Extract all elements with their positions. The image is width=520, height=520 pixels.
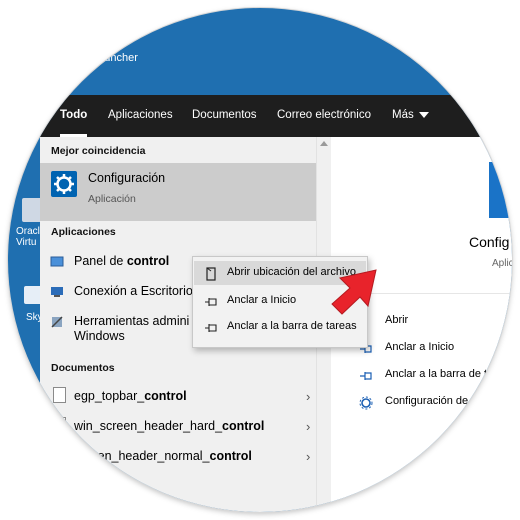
- chevron-right-icon[interactable]: ›: [306, 419, 310, 434]
- pin-icon: [204, 295, 218, 307]
- app-item-label: Conexión a Escritorio: [74, 284, 193, 298]
- app-item-label-line2: Windows: [74, 329, 125, 343]
- chevron-right-icon[interactable]: ›: [306, 449, 310, 464]
- doc-item[interactable]: win_screen_header_hard_control ›: [40, 413, 316, 443]
- tab-documentos[interactable]: Documentos: [192, 95, 257, 137]
- remote-desktop-icon: [50, 285, 64, 297]
- best-match-title: Configuración: [88, 171, 166, 185]
- doc-item[interactable]: screen_header_normal_control ›: [40, 443, 316, 473]
- section-apps: Aplicaciones: [51, 226, 116, 238]
- app-tile-icon: [489, 162, 512, 218]
- gear-icon: [51, 171, 77, 197]
- section-best-match: Mejor coincidencia: [51, 145, 146, 157]
- gear-icon: [359, 396, 373, 410]
- pin-icon: [204, 321, 218, 333]
- window-title: Launcher: [92, 52, 138, 64]
- document-icon: [53, 447, 66, 463]
- folder-open-icon: [204, 267, 218, 281]
- document-icon: [53, 387, 66, 403]
- pin-icon: [359, 369, 373, 383]
- tab-mas-label: Más: [392, 109, 414, 121]
- tab-correo[interactable]: Correo electrónico: [277, 95, 371, 137]
- doc-item-label: egp_topbar_control: [74, 389, 187, 403]
- action-label: Anclar a la barra de t: [385, 368, 488, 380]
- circular-zoom-frame: Launcher Oracl Virtu Sky Todo Aplicacion…: [8, 8, 512, 512]
- doc-item-label: win_screen_header_hard_control: [74, 419, 265, 433]
- chevron-down-icon: [418, 111, 429, 118]
- ctx-item-label: Anclar a Inicio: [227, 294, 297, 306]
- admin-tools-icon: [50, 315, 64, 328]
- action-pin-start[interactable]: Anclar a Inicio: [359, 338, 512, 362]
- preview-subtitle: Aplic: [492, 258, 512, 269]
- doc-item[interactable]: egp_topbar_control ›: [40, 383, 316, 413]
- tab-todo[interactable]: Todo: [60, 95, 88, 137]
- best-match-subtitle: Aplicación: [88, 193, 136, 205]
- action-settings[interactable]: Configuración de: [359, 392, 512, 416]
- tab-aplicaciones[interactable]: Aplicaciones: [108, 95, 173, 137]
- action-label: Configuración de: [385, 395, 469, 407]
- zoomed-screenshot: Launcher Oracl Virtu Sky Todo Aplicacion…: [0, 0, 520, 520]
- best-match-item[interactable]: Configuración Aplicación: [40, 163, 316, 221]
- scroll-up-icon[interactable]: [320, 141, 328, 146]
- document-icon: [53, 417, 66, 433]
- section-docs: Documentos: [51, 362, 115, 374]
- doc-item-label: screen_header_normal_control: [74, 449, 252, 463]
- red-arrow-annotation: [331, 269, 377, 315]
- desktop-icon-label: Oracl Virtu: [16, 226, 40, 248]
- action-pin-taskbar[interactable]: Anclar a la barra de t: [359, 365, 512, 389]
- chevron-right-icon[interactable]: ›: [306, 389, 310, 404]
- preview-title: Config: [469, 234, 510, 250]
- app-item-label: Panel de control: [74, 254, 170, 268]
- tab-mas[interactable]: Más: [392, 95, 429, 137]
- action-label: Anclar a Inicio: [385, 341, 455, 353]
- search-tab-bar: Todo Aplicaciones Documentos Correo elec…: [40, 95, 512, 137]
- app-item-label: Herramientas admini: [74, 314, 190, 328]
- control-panel-icon: [50, 255, 64, 267]
